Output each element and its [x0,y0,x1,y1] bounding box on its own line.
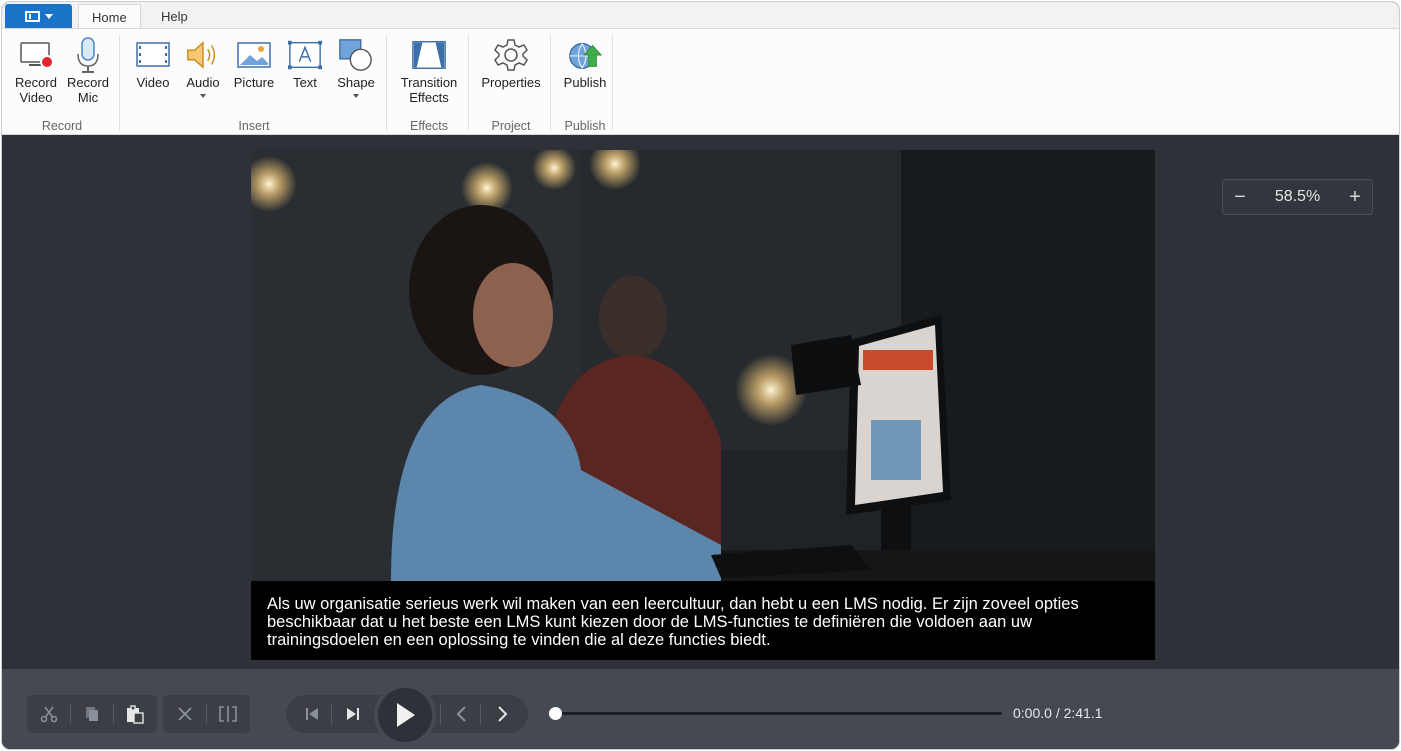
record-video-icon [18,35,54,75]
timeline-track[interactable] [555,712,1002,715]
insert-picture-button[interactable]: Picture [231,35,277,90]
x-icon [177,707,192,721]
skip-to-start-button[interactable] [290,695,333,733]
picture-icon [236,35,272,75]
paste-icon [126,705,144,724]
record-mic-label: Record Mic [67,75,109,105]
video-frame[interactable] [251,150,1155,581]
group-label-record: Record [41,119,83,133]
video-label: Video [136,75,170,90]
chevron-down-icon [44,13,53,19]
caption-text: Als uw organisatie serieus werk wil make… [251,581,1155,660]
ribbon-tab-bar: Home Help [2,2,1399,29]
group-label-publish: Publish [564,119,606,133]
properties-button[interactable]: Properties [476,35,546,90]
split-button[interactable] [206,695,249,733]
transition-effects-label: Transition Effects [400,75,458,105]
insert-audio-button[interactable]: Audio [181,35,225,98]
shape-dropdown-icon[interactable] [353,94,359,98]
text-box-icon [287,35,323,75]
insert-video-button[interactable]: Video [132,35,174,90]
cut-button[interactable] [27,695,70,733]
record-video-button[interactable]: Record Video [13,35,59,105]
publish-label: Publish [563,75,607,90]
app-window: Home Help Record Video Record Mic Record… [1,1,1400,750]
skip-forward-icon [346,708,359,720]
menu-icon [24,10,40,22]
play-button[interactable] [374,684,436,746]
insert-shape-button[interactable]: Shape [333,35,379,98]
ribbon-divider [550,35,551,131]
ribbon-divider [468,35,469,131]
publish-globe-icon [567,35,603,75]
film-icon [135,35,171,75]
delete-button[interactable] [163,695,206,733]
record-mic-button[interactable]: Record Mic [65,35,111,105]
group-label-effects: Effects [410,119,448,133]
publish-button[interactable]: Publish [558,35,612,90]
ribbon-divider [612,35,613,131]
skip-to-end-button[interactable] [331,695,374,733]
paste-button[interactable] [113,695,156,733]
split-icon [218,706,237,722]
app-menu-button[interactable] [5,4,72,28]
insert-text-button[interactable]: Text [285,35,325,90]
shape-label: Shape [337,75,375,90]
ribbon: Record Video Record Mic Record Video Aud… [2,28,1399,135]
group-label-project: Project [491,119,531,133]
copy-icon [85,707,98,721]
playback-bar: 0:00.0 / 2:41.1 [2,669,1399,749]
record-video-label: Record Video [15,75,57,105]
copy-button[interactable] [70,695,113,733]
zoom-in-button[interactable]: + [1338,180,1372,214]
text-label: Text [293,75,317,90]
next-frame-button[interactable] [480,695,523,733]
chevron-left-icon [456,706,466,722]
tab-home[interactable]: Home [78,4,141,29]
gear-icon [493,35,529,75]
shape-icon [338,35,374,75]
previous-frame-button[interactable] [440,695,483,733]
chevron-right-icon [497,706,507,722]
audio-dropdown-icon[interactable] [200,94,206,98]
speaker-icon [185,35,221,75]
ribbon-divider [119,35,120,131]
time-display: 0:00.0 / 2:41.1 [1013,705,1103,721]
audio-label: Audio [186,75,220,90]
zoom-out-button[interactable]: − [1223,180,1257,214]
edit-button-group [27,695,157,733]
transition-effects-button[interactable]: Transition Effects [395,35,463,105]
skip-back-icon [305,708,318,720]
canvas-area: Als uw organisatie serieus werk wil make… [2,136,1399,669]
scissors-icon [40,706,57,723]
tab-help[interactable]: Help [148,4,201,29]
properties-label: Properties [481,75,541,90]
play-icon [397,703,415,727]
microphone-icon [70,35,106,75]
zoom-level: 58.5% [1274,188,1321,205]
group-label-insert: Insert [238,119,270,133]
ribbon-divider [386,35,387,131]
zoom-control: − 58.5% + [1222,179,1373,215]
video-scene-image [251,150,1155,581]
transition-icon [411,35,447,75]
playhead-handle[interactable] [549,707,562,720]
clip-button-group [163,695,250,733]
picture-label: Picture [233,75,275,90]
